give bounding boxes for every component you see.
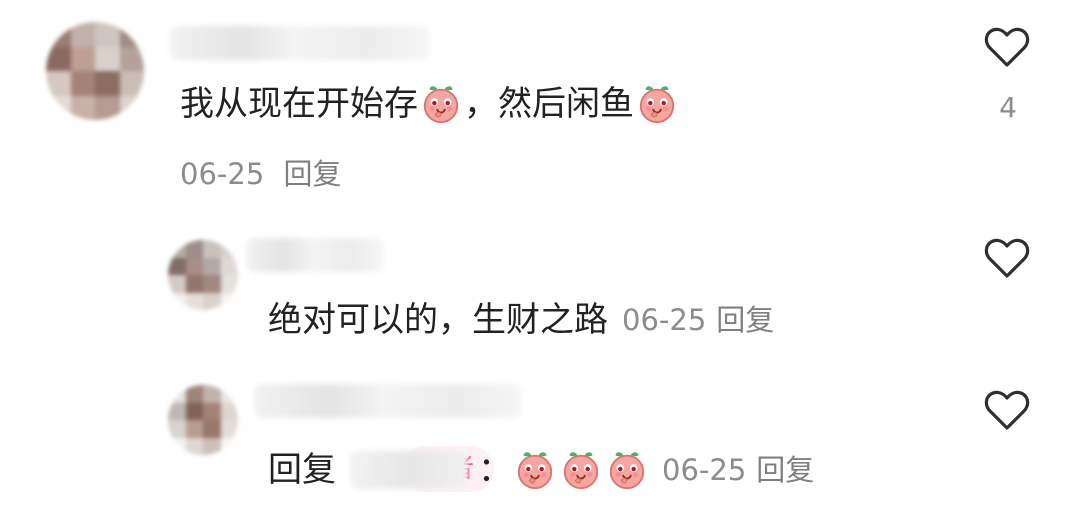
reply-text: 绝对可以的，生财之路 06-25 回复	[268, 298, 774, 342]
peach-emoji-icon	[606, 449, 648, 491]
username-blur[interactable]	[170, 26, 430, 60]
reply-prefix: 回复	[268, 450, 336, 490]
reply-date: 06-25	[662, 453, 747, 487]
reply-button[interactable]: 回复	[716, 298, 774, 342]
heart-outline-icon[interactable]	[984, 238, 1030, 280]
like-count: 4	[999, 91, 1017, 124]
reply-date: 06-25	[622, 303, 707, 337]
username-blur[interactable]	[246, 238, 384, 272]
heart-outline-icon[interactable]	[984, 390, 1030, 432]
avatar[interactable]	[168, 385, 238, 455]
reply-separator: ：	[478, 450, 512, 490]
reply-button[interactable]: 回复	[284, 157, 342, 191]
avatar[interactable]	[168, 240, 238, 310]
reply-item: 回复 ： 06-25 回复	[0, 360, 1080, 510]
reply-button[interactable]: 回复	[756, 448, 814, 492]
avatar[interactable]	[46, 22, 144, 120]
reply-target-blur[interactable]	[350, 451, 468, 489]
peach-emoji-icon	[636, 83, 678, 125]
comment-date: 06-25	[180, 157, 265, 191]
comment-text-before-emoji: 我从现在开始存	[180, 84, 418, 124]
heart-outline-icon[interactable]	[984, 27, 1030, 69]
peach-emoji-icon	[560, 449, 602, 491]
comment-text: 我从现在开始存 ，然后闲鱼	[180, 82, 680, 126]
reply-text: 回复 ： 06-25 回复	[268, 448, 814, 492]
comment-item: 我从现在开始存 ，然后闲鱼 06-25 回复 4	[0, 0, 1080, 200]
reply-item: 作者 绝对可以的，生财之路 06-25 回复	[0, 210, 1080, 492]
username-blur[interactable]	[254, 384, 522, 418]
comment-meta: 06-25 回复	[180, 151, 342, 193]
reply-content: 绝对可以的，生财之路	[268, 300, 608, 340]
peach-emoji-icon	[514, 449, 556, 491]
comment-text-after-emoji: ，然后闲鱼	[464, 84, 634, 124]
peach-emoji-icon	[420, 83, 462, 125]
